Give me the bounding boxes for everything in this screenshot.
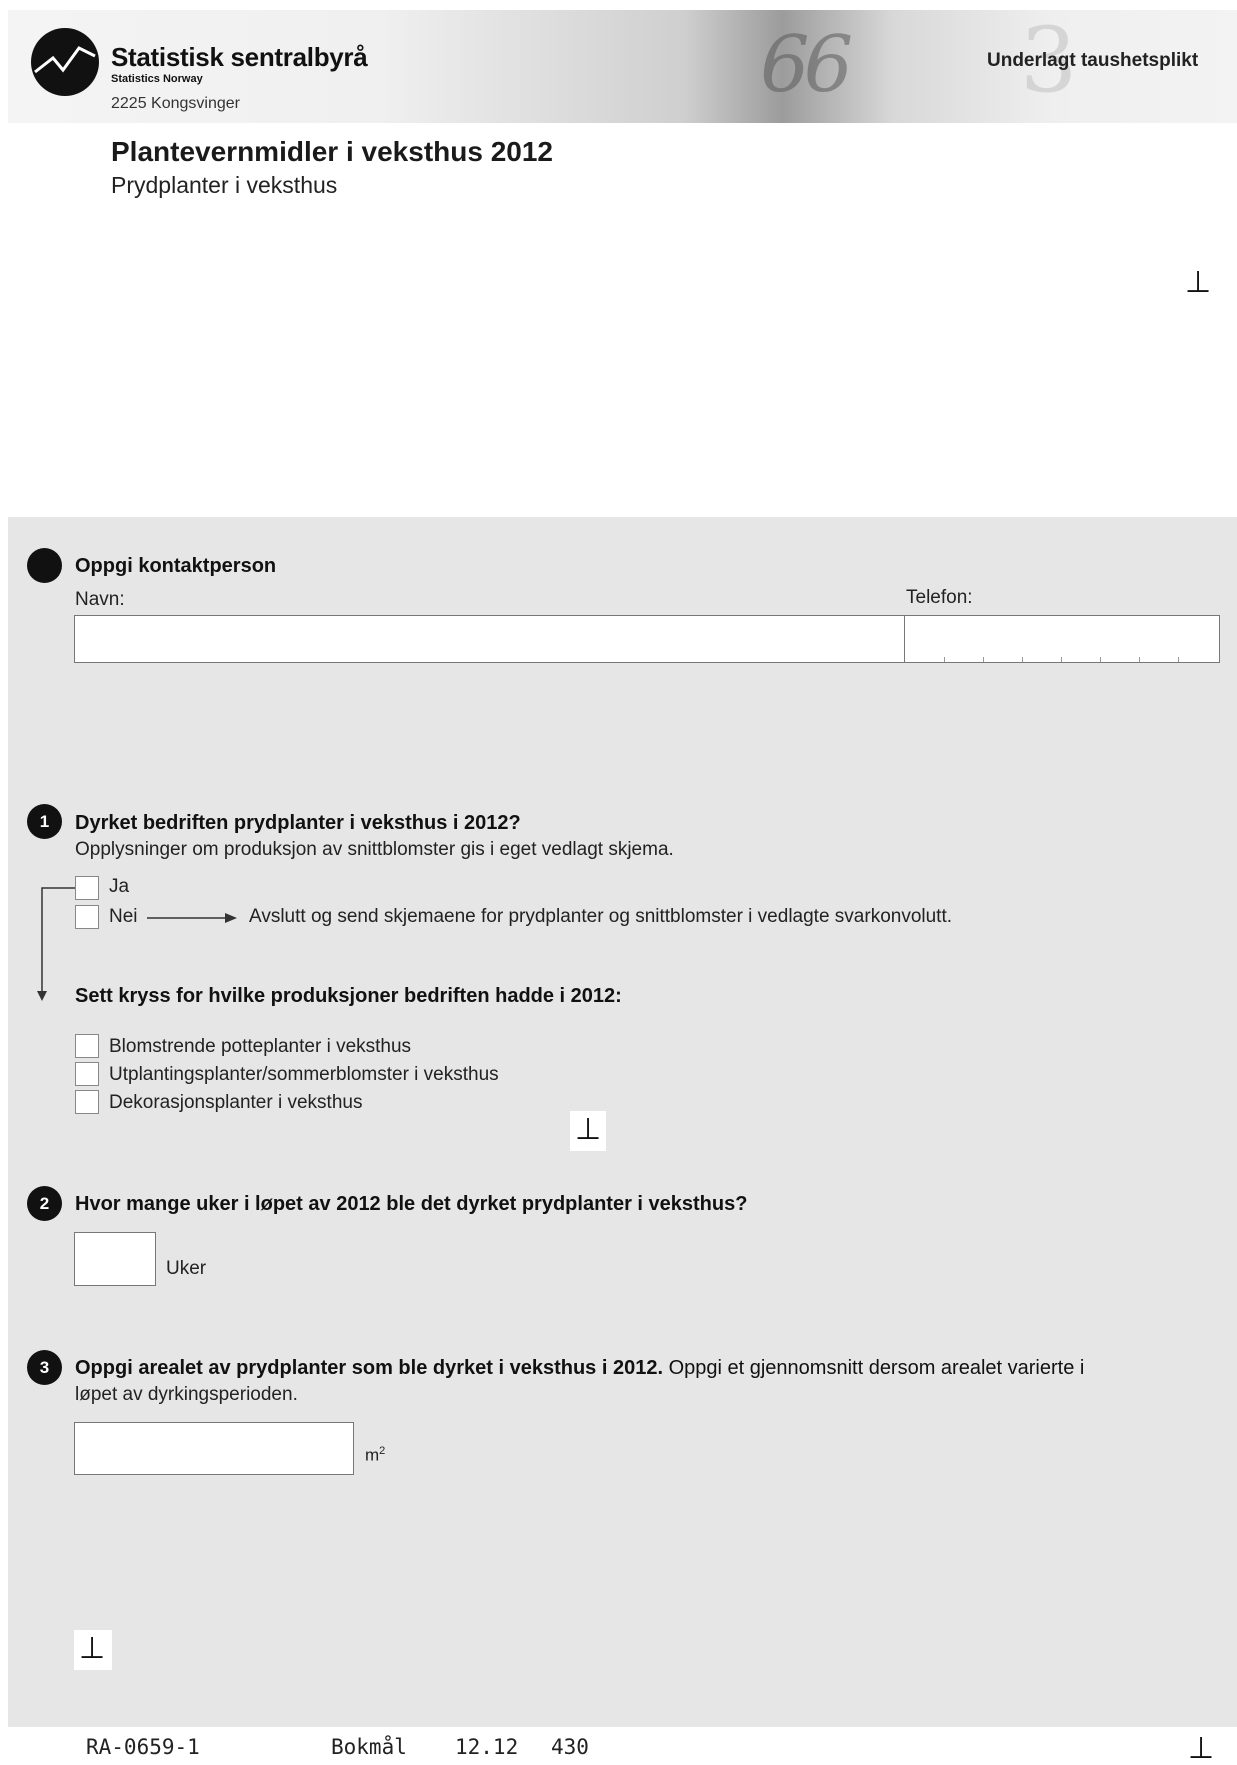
production-label-2: Utplantingsplanter/sommerblomster i veks… [109, 1064, 499, 1085]
q3-heading: Oppgi arealet av prydplanter som ble dyr… [75, 1357, 1084, 1380]
question-number-3: 3 [27, 1350, 62, 1385]
production-label-3: Dekorasjonsplanter i veksthus [109, 1092, 363, 1113]
digit-tick [1139, 657, 1140, 662]
nei-instruction: Avslutt og send skjemaene for prydplante… [249, 906, 953, 927]
checkbox-production-3[interactable] [75, 1090, 99, 1114]
weeks-input[interactable] [74, 1232, 156, 1286]
org-name: Statistisk sentralbyrå [111, 42, 368, 72]
arrow-right-icon [147, 913, 237, 923]
productions-heading: Sett kryss for hvilke produksjoner bedri… [75, 985, 622, 1007]
registration-mark: ⊥ [79, 1632, 106, 1665]
contact-heading: Oppgi kontaktperson [75, 555, 277, 577]
question-number-1: 1 [27, 804, 62, 839]
contact-name-field[interactable] [74, 615, 905, 663]
form-date: 12.12 [455, 1735, 519, 1759]
production-label-1: Blomstrende potteplanter i veksthus [109, 1036, 412, 1057]
area-input[interactable] [74, 1422, 354, 1475]
org-address: 2225 Kongsvinger [111, 95, 240, 112]
form-panel [8, 517, 1237, 1727]
section-bullet-icon [27, 548, 62, 583]
form-title: Plantevernmidler i veksthus 2012 [111, 136, 553, 167]
flow-arrow-icon [37, 887, 75, 1001]
digit-tick [983, 657, 984, 662]
area-unit: m2 [365, 1445, 385, 1466]
question-number-2: 2 [27, 1186, 62, 1221]
phone-label: Telefon: [906, 587, 973, 608]
q3-heading-rest: Oppgi et gjennomsnitt dersom arealet var… [663, 1357, 1085, 1379]
area-unit-exponent: 2 [379, 1445, 386, 1457]
option-label-ja: Ja [109, 876, 130, 897]
checkbox-production-1[interactable] [75, 1034, 99, 1058]
confidentiality-notice: Underlagt taushetsplikt [987, 50, 1199, 71]
digit-tick [1178, 657, 1179, 662]
weeks-unit: Uker [166, 1258, 207, 1279]
digit-tick [1022, 657, 1023, 662]
checkbox-production-2[interactable] [75, 1062, 99, 1086]
digit-tick [944, 657, 945, 662]
digit-tick [1100, 657, 1101, 662]
form-code: RA-0659-1 [86, 1735, 200, 1759]
ssb-logo-icon [31, 28, 99, 96]
q1-heading: Dyrket bedriften prydplanter i veksthus … [75, 812, 521, 834]
contact-phone-field[interactable] [904, 615, 1220, 663]
q2-heading: Hvor mange uker i løpet av 2012 ble det … [75, 1193, 748, 1215]
digit-tick [1061, 657, 1062, 662]
registration-mark: ⊥ [575, 1113, 602, 1146]
q1-note: Opplysninger om produksjon av snittbloms… [75, 839, 674, 860]
option-label-nei: Nei [109, 906, 138, 927]
form-print-number: 430 [551, 1735, 589, 1759]
form-subtitle: Prydplanter i veksthus [111, 172, 338, 198]
checkbox-nei[interactable] [75, 905, 99, 929]
q3-heading-line2: løpet av dyrkingsperioden. [75, 1384, 298, 1405]
name-label: Navn: [75, 589, 125, 610]
banner-decoration: 66 [760, 20, 853, 110]
checkbox-ja[interactable] [75, 876, 99, 900]
logo-zigzag-icon [34, 46, 96, 74]
registration-mark: ⊥ [1188, 1732, 1215, 1765]
area-unit-base: m [365, 1445, 380, 1465]
registration-mark: ⊥ [1185, 266, 1212, 299]
form-language: Bokmål [331, 1735, 407, 1759]
q3-heading-bold: Oppgi arealet av prydplanter som ble dyr… [75, 1357, 664, 1379]
org-name-english: Statistics Norway [111, 73, 203, 85]
